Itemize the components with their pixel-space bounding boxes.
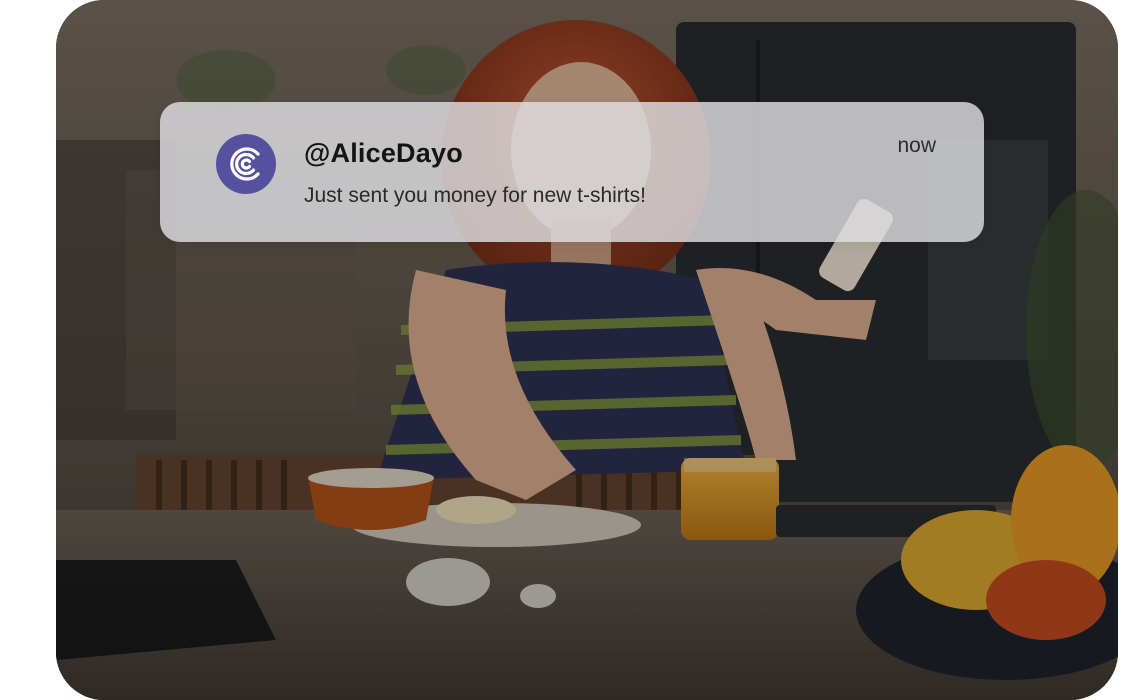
notification-message: Just sent you money for new t-shirts! [304, 184, 646, 207]
concentric-c-logo-icon [230, 147, 260, 181]
notification-timestamp: now [897, 134, 936, 157]
payment-app-logo-icon [216, 134, 276, 194]
push-notification[interactable]: @AliceDayo Just sent you money for new t… [160, 102, 984, 242]
notification-sender: @AliceDayo [304, 138, 463, 168]
background-photo: @AliceDayo Just sent you money for new t… [56, 0, 1118, 700]
